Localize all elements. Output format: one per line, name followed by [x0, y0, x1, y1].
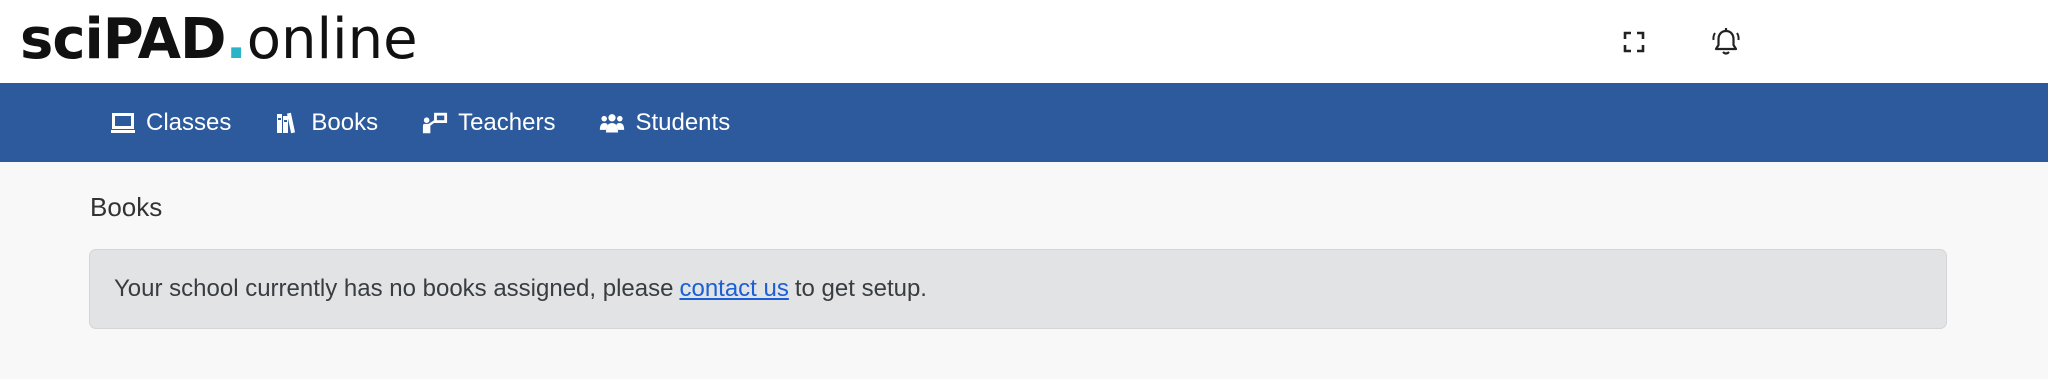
books-icon	[275, 110, 301, 136]
fullscreen-icon	[1623, 31, 1645, 53]
contact-us-link[interactable]: contact us	[679, 275, 788, 303]
main-navigation: Classes Books Teachers Students	[0, 83, 2048, 162]
nav-item-students[interactable]: Students	[599, 83, 730, 162]
page-title: Books	[90, 192, 163, 222]
students-icon	[599, 110, 625, 136]
notifications-button[interactable]	[1708, 24, 1744, 60]
no-books-alert: Your school currently has no books assig…	[89, 249, 1947, 329]
nav-item-label: Students	[635, 108, 731, 136]
teacher-icon	[422, 110, 448, 136]
main-content: Books Your school currently has no books…	[0, 162, 2048, 329]
fullscreen-button[interactable]	[1616, 24, 1652, 60]
nav-item-teachers[interactable]: Teachers	[422, 83, 555, 162]
nav-item-classes[interactable]: Classes	[110, 83, 231, 162]
logo-text-online: online	[246, 7, 418, 72]
nav-item-label: Classes	[146, 108, 232, 136]
alert-text-after: to get setup.	[794, 275, 927, 302]
nav-item-label: Teachers	[458, 108, 556, 136]
classroom-icon	[110, 110, 136, 136]
alert-text-before: Your school currently has no books assig…	[114, 275, 674, 302]
nav-item-books[interactable]: Books	[275, 83, 378, 162]
top-header: sciPAD. online	[0, 0, 2048, 83]
nav-item-label: Books	[311, 108, 379, 136]
logo-text-brand: sciPAD	[20, 7, 226, 72]
logo-dot: .	[225, 7, 247, 72]
scipad-logo[interactable]: sciPAD. online	[20, 8, 418, 72]
notification-bell-icon	[1712, 28, 1740, 55]
